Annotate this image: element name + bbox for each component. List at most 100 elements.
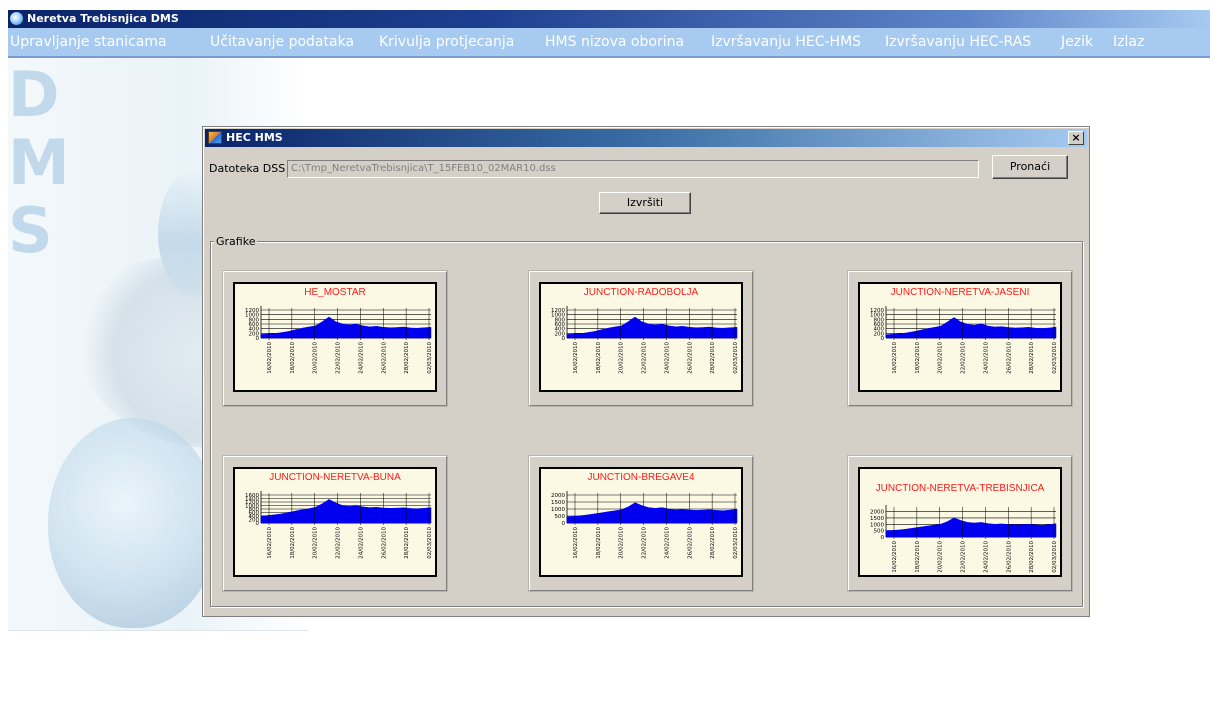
dialog-title: HEC HMS (226, 131, 283, 144)
x-tick-label: 20/02/2010 (938, 541, 944, 573)
x-tick-label: 02/03/2010 (733, 342, 739, 374)
menu-krivulja-protjecanja[interactable]: Krivulja protjecanja (379, 28, 514, 56)
menu-izlaz[interactable]: Izlaz (1113, 28, 1144, 56)
x-tick-label: 24/02/2010 (664, 342, 670, 374)
find-button[interactable]: Pronaći (992, 155, 1068, 179)
y-tick-label: 0 (881, 336, 885, 342)
y-tick-label: 0 (562, 521, 566, 527)
chart-panel-junction-neretva-buna: JUNCTION-NERETVA-BUNA 1600 1400 1200 1000 80… (222, 455, 448, 592)
y-tick-label: 2000 (870, 510, 884, 516)
y-tick-label: 500 (874, 529, 885, 535)
x-tick-label: 16/02/2010 (573, 527, 579, 559)
menu-hms-nizova-oborina[interactable]: HMS nizova oborina (545, 28, 684, 56)
x-tick-label: 02/03/2010 (1052, 541, 1058, 573)
x-tick-label: 26/02/2010 (1006, 342, 1012, 374)
background-letter-s: S (8, 194, 53, 267)
x-tick-label: 18/02/2010 (290, 527, 296, 559)
x-tick-label: 02/03/2010 (427, 527, 433, 559)
dialog-titlebar[interactable]: HEC HMS × (205, 129, 1087, 147)
close-icon[interactable]: × (1068, 131, 1084, 145)
y-tick-label: 1000 (551, 507, 565, 513)
chart-frame: JUNCTION-NERETVA-TREBISNJICA 2000 1500 100… (858, 467, 1062, 577)
chart-panel-junction-neretva-trebisnjica: JUNCTION-NERETVA-TREBISNJICA 2000 1500 100… (847, 455, 1073, 592)
y-tick-label: 1000 (870, 522, 884, 528)
series-area (566, 502, 738, 524)
x-tick-label: 24/02/2010 (664, 527, 670, 559)
background-letter-d: D (8, 58, 60, 131)
chart-panel-junction-radobolja: JUNCTION-RADOBOLJA 1200 1000 800 600 400 200 0… (528, 270, 754, 407)
dss-label: Datoteka DSS (209, 162, 286, 175)
x-tick-label: 28/02/2010 (404, 527, 410, 559)
y-tick-label: 1500 (551, 500, 565, 506)
x-tick-label: 28/02/2010 (710, 342, 716, 374)
y-tick-label: 0 (562, 336, 566, 342)
chart-svg: 12001000800600400200016/02/2010 18/02/201… (245, 306, 433, 374)
series-area (260, 316, 432, 339)
x-tick-label: 16/02/2010 (892, 342, 898, 374)
chart-svg: 12001000800600400200016/02/2010 18/02/201… (870, 306, 1058, 374)
series-area (260, 499, 432, 524)
x-tick-label: 22/02/2010 (961, 541, 967, 573)
x-tick-label: 20/02/2010 (313, 342, 319, 374)
x-tick-label: 24/02/2010 (983, 342, 989, 374)
menu-jezik[interactable]: Jezik (1061, 28, 1093, 56)
chart-svg: 2000150010005000 16/02/2010 18/02/2010 20/0… (870, 505, 1058, 573)
chart-panel-he-mostar: HE_MOSTAR 1200 1000 800 600 400 200 0 16/02/201… (222, 270, 448, 407)
chart-frame: JUNCTION-BREGAVE4 2000 1500 1000 500 0 16/02/… (539, 467, 743, 577)
x-tick-label: 20/02/2010 (938, 342, 944, 374)
chart-panel-junction-neretva-jaseni: JUNCTION-NERETVA-JASENI 1200 1000 800 600 40… (847, 270, 1073, 407)
charts-groupbox: Grafike HE_MOSTAR 1200 1000 800 600 400 200 0 1… (210, 235, 1083, 607)
series-area (566, 316, 738, 339)
x-tick-label: 16/02/2010 (267, 527, 273, 559)
x-tick-label: 24/02/2010 (358, 527, 364, 559)
dss-path-field[interactable]: C:\Tmp_NeretvaTrebisnjica\T_15FEB10_02MA… (287, 160, 979, 178)
x-tick-label: 28/02/2010 (1029, 541, 1035, 573)
x-tick-label: 22/02/2010 (336, 527, 342, 559)
x-tick-label: 22/02/2010 (642, 527, 648, 559)
x-tick-label: 20/02/2010 (619, 342, 625, 374)
menu-ucitavanje-podataka[interactable]: Učitavanje podataka (210, 28, 354, 56)
chart-frame: JUNCTION-NERETVA-BUNA 1600 1400 1200 1000 80… (233, 467, 437, 577)
menu-izvrsavanju-hec-ras[interactable]: Izvršavanju HEC-RAS (885, 28, 1031, 56)
chart-frame: JUNCTION-RADOBOLJA 1200 1000 800 600 400 200 0… (539, 282, 743, 392)
x-tick-label: 26/02/2010 (687, 342, 693, 374)
chart-svg: 2000150010005000 16/02/2010 18/02/2010 20/0… (551, 491, 739, 559)
x-tick-label: 02/03/2010 (427, 342, 433, 374)
menu-bar: Upravljanje stanicama Učitavanje podatak… (8, 28, 1210, 58)
x-tick-label: 28/02/2010 (1029, 342, 1035, 374)
run-button[interactable]: Izvršiti (599, 192, 691, 214)
x-tick-label: 26/02/2010 (381, 342, 387, 374)
x-tick-label: 24/02/2010 (358, 342, 364, 374)
menu-upravljanje-stanicama[interactable]: Upravljanje stanicama (10, 28, 167, 56)
x-tick-label: 02/03/2010 (1052, 342, 1058, 374)
series-area (885, 317, 1057, 339)
x-tick-label: 28/02/2010 (404, 342, 410, 374)
x-tick-label: 22/02/2010 (961, 342, 967, 374)
x-tick-label: 20/02/2010 (619, 527, 625, 559)
y-tick-label: 0 (881, 535, 885, 541)
x-tick-label: 20/02/2010 (313, 527, 319, 559)
x-tick-label: 26/02/2010 (1006, 541, 1012, 573)
x-tick-label: 18/02/2010 (596, 527, 602, 559)
series-area (885, 517, 1057, 538)
app-titlebar: Neretva Trebisnjica DMS (8, 10, 1210, 28)
chart-frame: JUNCTION-NERETVA-JASENI 1200 1000 800 600 40… (858, 282, 1062, 392)
x-tick-label: 26/02/2010 (381, 527, 387, 559)
hec-hms-dialog: HEC HMS × Datoteka DSS C:\Tmp_NeretvaTre… (202, 126, 1090, 617)
y-tick-label: 0 (256, 336, 260, 342)
x-tick-label: 18/02/2010 (290, 342, 296, 374)
x-tick-label: 22/02/2010 (642, 342, 648, 374)
menu-izvrsavanju-hec-hms[interactable]: Izvršavanju HEC-HMS (711, 28, 861, 56)
x-tick-label: 02/03/2010 (733, 527, 739, 559)
x-tick-label: 16/02/2010 (892, 541, 898, 573)
x-tick-label: 16/02/2010 (267, 342, 273, 374)
y-tick-label: 2000 (551, 493, 565, 499)
x-tick-label: 18/02/2010 (915, 541, 921, 573)
chart-panel-junction-bregave4: JUNCTION-BREGAVE4 2000 1500 1000 500 0 16/02/… (528, 455, 754, 592)
dialog-app-icon (208, 131, 222, 144)
x-tick-label: 26/02/2010 (687, 527, 693, 559)
chart-svg: 1600140012001000800600400200016/02/2010 1… (245, 491, 433, 559)
background-letter-m: M (8, 126, 70, 199)
x-tick-label: 16/02/2010 (573, 342, 579, 374)
x-tick-label: 24/02/2010 (983, 541, 989, 573)
